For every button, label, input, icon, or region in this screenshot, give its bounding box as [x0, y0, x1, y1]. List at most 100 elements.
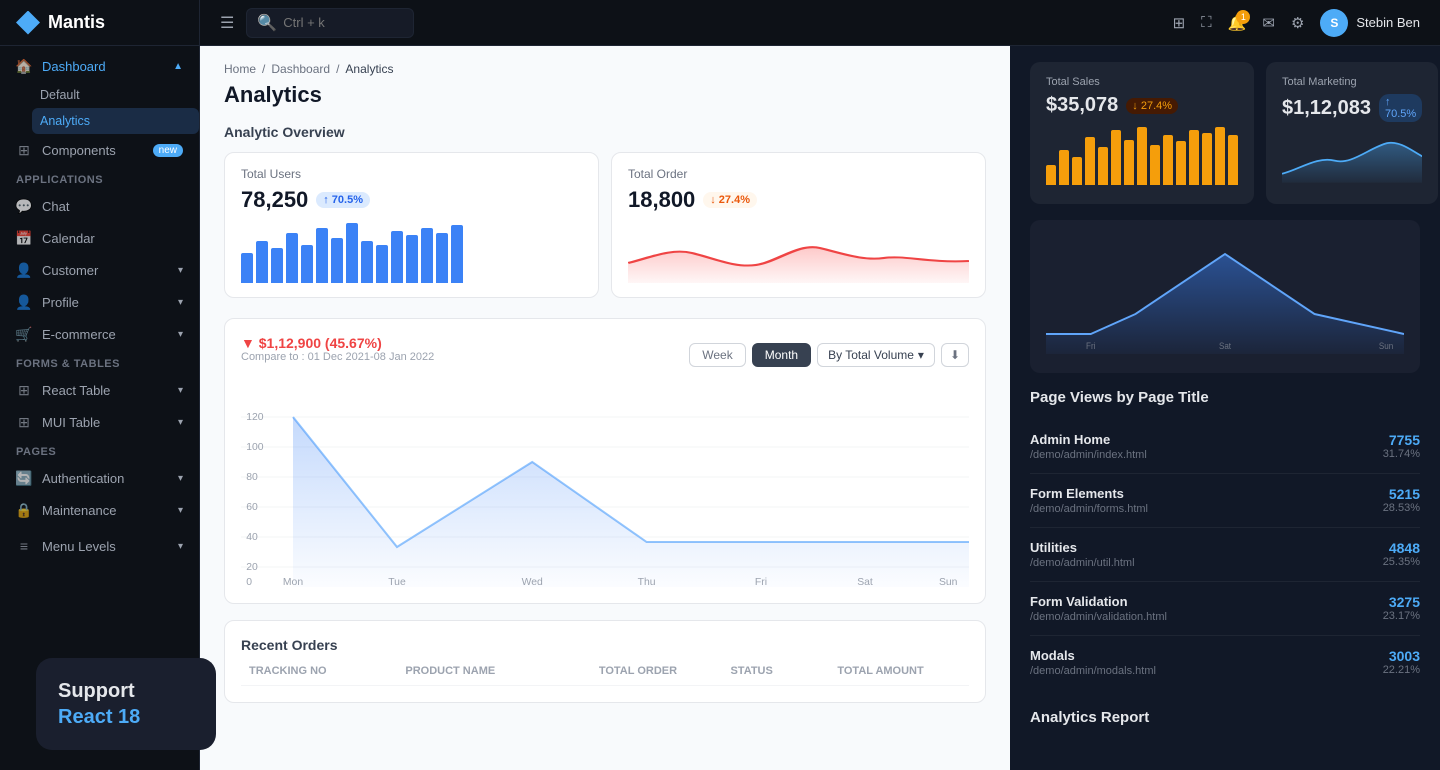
analytics-report-title: Analytics Report [1030, 709, 1420, 726]
calendar-icon: 📅 [16, 230, 32, 246]
apps-icon[interactable]: ⊞ [1173, 14, 1186, 32]
logo-text: Mantis [48, 12, 105, 33]
svg-text:Sat: Sat [857, 577, 873, 587]
analytic-overview-title: Analytic Overview [224, 124, 986, 140]
mail-icon[interactable]: ✉ [1262, 14, 1275, 32]
stat-badge-orders: ↓ 27.4% [703, 192, 757, 208]
logo[interactable]: Mantis [0, 0, 199, 46]
svg-text:Fri: Fri [755, 577, 767, 587]
sidebar-item-default[interactable]: Default [32, 82, 199, 108]
bar [391, 231, 403, 283]
svg-text:Wed: Wed [522, 577, 544, 587]
main-content: ☰ 🔍 ⊞ ⛶ 🔔 1 ✉ ⚙ S Stebin Ben Home [200, 0, 1440, 770]
pv-url: /demo/admin/validation.html [1030, 611, 1167, 623]
user-name: Stebin Ben [1356, 15, 1420, 30]
user-menu[interactable]: S Stebin Ben [1320, 9, 1420, 37]
sidebar-item-authentication[interactable]: 🔄 Authentication ▾ [0, 462, 199, 494]
left-panel: Home / Dashboard / Analytics Analytics A… [200, 46, 1010, 770]
pv-pct: 25.35% [1383, 556, 1420, 568]
page-view-item: Modals /demo/admin/modals.html 3003 22.2… [1030, 636, 1420, 689]
sidebar-item-chat[interactable]: 💬 Chat [0, 190, 199, 222]
income-controls: Week Month By Total Volume ▾ ⬇ [689, 343, 969, 367]
page-view-item: Form Elements /demo/admin/forms.html 521… [1030, 474, 1420, 528]
income-overview-card: ▼ $1,12,900 (45.67%) Compare to : 01 Dec… [224, 318, 986, 604]
right-panel: Total Sales $35,078 ↓ 27.4% [1010, 46, 1440, 770]
pv-count: 5215 [1383, 486, 1420, 502]
search-input[interactable] [283, 15, 403, 30]
bar [301, 245, 313, 283]
download-button[interactable]: ⬇ [941, 343, 969, 367]
svg-text:Sat: Sat [1219, 341, 1232, 352]
svg-text:60: 60 [246, 502, 258, 513]
svg-text:20: 20 [246, 562, 258, 573]
bar [1189, 130, 1199, 185]
pv-pct: 28.53% [1383, 502, 1420, 514]
pages-label: Pages [0, 438, 199, 462]
bar [1137, 127, 1147, 185]
mui-table-icon: ⊞ [16, 414, 32, 430]
sidebar-item-maintenance[interactable]: 🔒 Maintenance ▾ [0, 494, 199, 526]
stats-grid: Total Users 78,250 ↑ 70.5% [224, 152, 986, 298]
dark-stat-label-marketing: Total Marketing [1282, 76, 1422, 88]
forms-tables-label: Forms & Tables [0, 350, 199, 374]
pv-count: 3003 [1383, 648, 1420, 664]
maintenance-icon: 🔒 [16, 502, 32, 518]
customer-icon: 👤 [16, 262, 32, 278]
sidebar-item-ecommerce[interactable]: 🛒 E-commerce ▾ [0, 318, 199, 350]
th-tracking: TRACKING NO [249, 665, 397, 677]
sidebar-item-components[interactable]: ⊞ Components new [0, 134, 199, 166]
pv-url: /demo/admin/util.html [1030, 557, 1135, 569]
sidebar-item-customer[interactable]: 👤 Customer ▾ [0, 254, 199, 286]
bar [271, 248, 283, 283]
page-view-item: Form Validation /demo/admin/validation.h… [1030, 582, 1420, 636]
bar [451, 225, 463, 283]
pv-url: /demo/admin/forms.html [1030, 503, 1148, 515]
sidebar-item-dashboard[interactable]: 🏠 Dashboard ▲ [0, 50, 199, 82]
fullscreen-icon[interactable]: ⛶ [1201, 14, 1212, 31]
breadcrumb-home[interactable]: Home [224, 62, 256, 76]
pv-title: Utilities [1030, 540, 1135, 555]
dark-stat-badge-sales: ↓ 27.4% [1126, 98, 1178, 114]
sidebar-item-calendar[interactable]: 📅 Calendar [0, 222, 199, 254]
page-views-title: Page Views by Page Title [1030, 389, 1420, 406]
week-button[interactable]: Week [689, 343, 745, 367]
breadcrumb-dashboard[interactable]: Dashboard [271, 62, 330, 76]
chevron-down-icon: ▾ [178, 297, 183, 308]
pv-title: Modals [1030, 648, 1156, 663]
stat-value-orders: 18,800 [628, 187, 695, 213]
month-button[interactable]: Month [752, 343, 811, 367]
volume-select[interactable]: By Total Volume ▾ [817, 343, 935, 367]
dashboard-icon: 🏠 [16, 58, 32, 74]
bar [346, 223, 358, 283]
chat-icon: 💬 [16, 198, 32, 214]
arrow-down-icon: ↓ [710, 194, 716, 206]
profile-icon: 👤 [16, 294, 32, 310]
support-popup[interactable]: Support React 18 [36, 658, 200, 750]
pv-title: Form Validation [1030, 594, 1167, 609]
svg-text:Sun: Sun [939, 577, 957, 587]
sidebar-item-profile[interactable]: 👤 Profile ▾ [0, 286, 199, 318]
bar [316, 228, 328, 283]
bar [436, 233, 448, 283]
dark-stat-card-sales: Total Sales $35,078 ↓ 27.4% [1030, 62, 1254, 204]
bar [421, 228, 433, 283]
settings-icon[interactable]: ⚙ [1291, 14, 1304, 32]
search-box[interactable]: 🔍 [246, 8, 414, 38]
recent-orders-card: Recent Orders TRACKING NO PRODUCT NAME T… [224, 620, 986, 703]
chevron-down-icon: ▾ [178, 473, 183, 484]
svg-text:Tue: Tue [388, 577, 406, 587]
sidebar-item-react-table[interactable]: ⊞ React Table ▾ [0, 374, 199, 406]
menu-toggle-button[interactable]: ☰ [220, 13, 234, 33]
stat-card-users: Total Users 78,250 ↑ 70.5% [224, 152, 599, 298]
breadcrumb: Home / Dashboard / Analytics [224, 62, 986, 76]
sidebar-item-mui-table[interactable]: ⊞ MUI Table ▾ [0, 406, 199, 438]
bar [1059, 150, 1069, 185]
notification-icon[interactable]: 🔔 1 [1228, 14, 1247, 32]
sidebar-item-menu-levels[interactable]: ≡ Menu Levels ▾ [0, 530, 199, 562]
chevron-down-icon: ▾ [178, 505, 183, 516]
bar [1176, 141, 1186, 185]
svg-text:80: 80 [246, 472, 258, 483]
page-title: Analytics [224, 82, 986, 108]
sidebar-item-analytics[interactable]: Analytics [32, 108, 199, 134]
react-table-icon: ⊞ [16, 382, 32, 398]
